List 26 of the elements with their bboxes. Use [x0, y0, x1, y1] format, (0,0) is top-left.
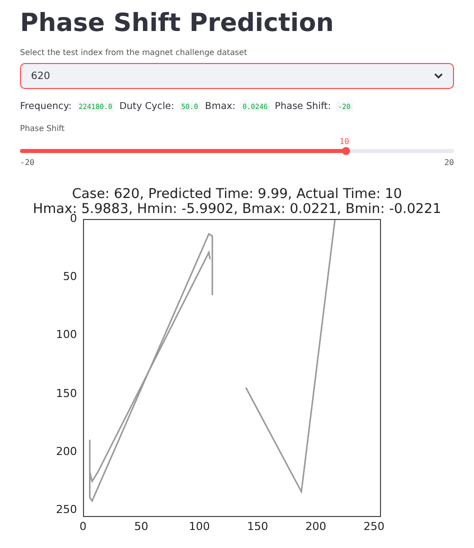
y-tick-label: 250 [56, 504, 77, 516]
plot-title: Case: 620, Predicted Time: 9.99, Actual Time: 10 [70, 187, 404, 202]
info-label: Phase Shift: [274, 101, 331, 112]
x-tick-label: 100 [188, 521, 210, 533]
page-title: Phase Shift Prediction [20, 7, 335, 39]
x-tick-label: 200 [305, 521, 326, 533]
slider-track[interactable] [20, 149, 454, 153]
x-tick-label: 250 [364, 521, 385, 533]
slider-min: -20 [20, 158, 34, 167]
select-label: Select the test index from the magnet challenge dataset [20, 48, 248, 57]
y-tick-label: 50 [63, 271, 77, 284]
chevron-down-icon [434, 73, 443, 79]
info-label: Duty Cycle: [119, 101, 174, 112]
slider-thumb[interactable] [342, 147, 350, 155]
x-tick-label: 50 [134, 521, 148, 533]
y-tick-label: 100 [56, 329, 77, 342]
x-tick-label: 150 [247, 521, 268, 533]
y-tick-label: 200 [56, 446, 77, 458]
slider-value: 10 [340, 137, 350, 146]
index-select[interactable]: 620 [20, 63, 454, 89]
info-label: Bmax: [205, 101, 236, 112]
slider-label: Phase Shift [20, 124, 66, 133]
info-label: Frequency: [20, 101, 72, 112]
x-tick-label: 0 [80, 521, 86, 533]
slider-max: 20 [444, 158, 454, 167]
y-tick-label: 150 [56, 388, 77, 400]
